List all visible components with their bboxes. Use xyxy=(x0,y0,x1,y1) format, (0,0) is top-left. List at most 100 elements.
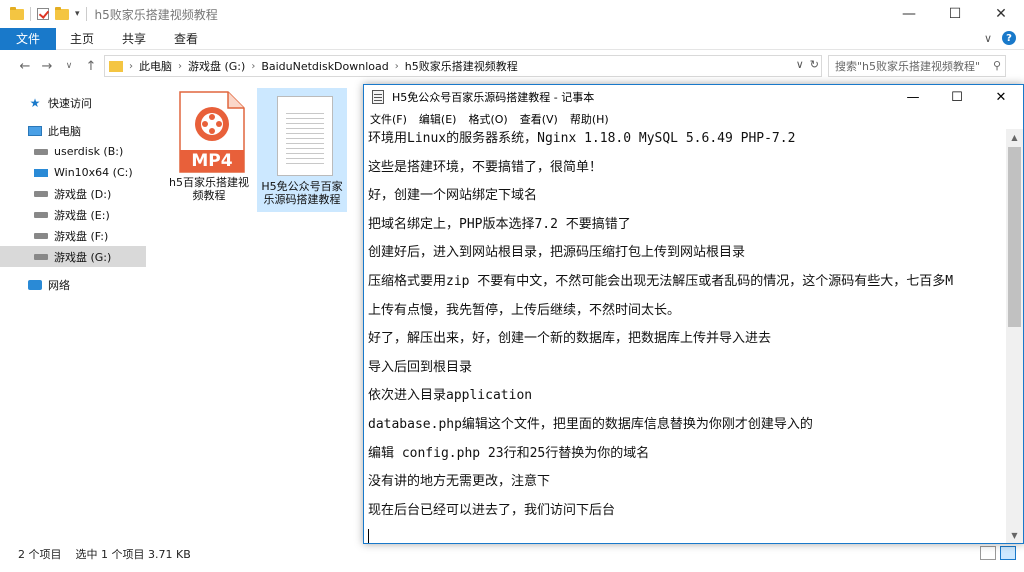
file-item-txt[interactable]: H5免公众号百家乐源码搭建教程 xyxy=(257,88,347,212)
breadcrumb-drive-g[interactable]: 游戏盘 (G:) xyxy=(188,58,245,74)
status-bar: 2 个项目 选中 1 个项目 3.71 KB xyxy=(0,544,1024,564)
sidebar-item-label: 游戏盘 (D:) xyxy=(54,187,112,201)
properties-icon[interactable] xyxy=(37,8,49,20)
breadcrumb-this-pc[interactable]: 此电脑 xyxy=(139,58,172,74)
text-file-icon xyxy=(277,96,333,176)
menu-view[interactable]: 查看(V) xyxy=(514,111,564,127)
sidebar-item-network[interactable]: 网络 xyxy=(0,274,146,295)
menu-format[interactable]: 格式(O) xyxy=(462,111,513,127)
toolbar-divider xyxy=(85,7,87,21)
text-line: 编辑 config.php 23行和25行替换为你的域名 xyxy=(368,445,650,461)
quick-access-toolbar: ▾ xyxy=(0,6,87,21)
sidebar-item-label: 游戏盘 (E:) xyxy=(54,208,110,222)
network-icon xyxy=(28,279,42,290)
chevron-right-icon[interactable]: › xyxy=(129,61,133,72)
chevron-right-icon[interactable]: › xyxy=(395,61,399,72)
sidebar-item-label: userdisk (B:) xyxy=(54,145,124,158)
chevron-down-icon[interactable]: ▾ xyxy=(75,9,80,19)
notepad-title: H5免公众号百家乐源码搭建教程 - 记事本 xyxy=(392,91,595,104)
minimize-button[interactable]: — xyxy=(886,0,932,28)
close-button[interactable]: ✕ xyxy=(979,85,1023,109)
file-name: h5百家乐搭建视频教程 xyxy=(169,176,249,202)
address-bar[interactable]: › 此电脑 › 游戏盘 (G:) › BaiduNetdiskDownload … xyxy=(104,55,822,77)
help-icon[interactable]: ? xyxy=(1002,31,1016,45)
navigation-row: ← → ∨ ↑ › 此电脑 › 游戏盘 (G:) › BaiduNetdiskD… xyxy=(0,52,1024,80)
tab-file[interactable]: 文件 xyxy=(0,27,56,50)
selection-info: 选中 1 个项目 3.71 KB xyxy=(75,548,191,561)
sidebar-item-drive-d[interactable]: 游戏盘 (D:) xyxy=(0,183,146,204)
sidebar-item-drive-e[interactable]: 游戏盘 (E:) xyxy=(0,204,146,225)
menu-help[interactable]: 帮助(H) xyxy=(564,111,615,127)
tab-home[interactable]: 主页 xyxy=(56,30,108,47)
windows-drive-icon xyxy=(34,168,48,177)
drive-icon xyxy=(34,148,48,155)
file-item-mp4[interactable]: MP4 h5百家乐搭建视频教程 xyxy=(164,84,254,208)
tab-share[interactable]: 共享 xyxy=(108,30,160,47)
notepad-text-area[interactable]: 环境用Linux的服务器系统，Nginx 1.18.0 MySQL 5.6.49… xyxy=(366,129,1004,543)
new-folder-icon[interactable] xyxy=(55,6,69,20)
drive-icon xyxy=(34,190,48,197)
details-view-icon[interactable] xyxy=(980,546,996,560)
sidebar-item-drive-c[interactable]: Win10x64 (C:) xyxy=(0,162,146,183)
menu-file[interactable]: 文件(F) xyxy=(364,111,413,127)
window-title: h5败家乐搭建视频教程 xyxy=(94,7,218,22)
maximize-button[interactable]: ☐ xyxy=(932,0,978,28)
close-button[interactable]: ✕ xyxy=(978,0,1024,28)
notepad-menubar: 文件(F) 编辑(E) 格式(O) 查看(V) 帮助(H) xyxy=(364,109,1023,129)
text-line: 好了，解压出来，好，创建一个新的数据库，把数据库上传并导入进去 xyxy=(368,331,772,347)
star-icon: ★ xyxy=(29,95,41,110)
breadcrumb-baidu[interactable]: BaiduNetdiskDownload xyxy=(261,60,388,73)
refresh-icon[interactable]: ↻ xyxy=(810,58,819,71)
sidebar-item-label: 游戏盘 (G:) xyxy=(54,250,112,264)
chevron-down-icon[interactable]: ∨ xyxy=(796,58,804,71)
maximize-button[interactable]: ☐ xyxy=(935,85,979,109)
text-line: 环境用Linux的服务器系统，Nginx 1.18.0 MySQL 5.6.49… xyxy=(368,131,796,146)
vertical-scrollbar[interactable]: ▲ ▼ xyxy=(1006,129,1023,543)
minimize-button[interactable]: — xyxy=(891,85,935,109)
scrollbar-thumb[interactable] xyxy=(1008,147,1021,327)
sidebar-item-label: 游戏盘 (F:) xyxy=(54,229,109,243)
expand-ribbon-icon[interactable]: ∨ xyxy=(984,32,992,45)
sidebar-item-label: 此电脑 xyxy=(48,124,81,138)
file-type-label: MP4 xyxy=(191,151,233,171)
chevron-right-icon[interactable]: › xyxy=(251,61,255,72)
drive-icon xyxy=(34,232,48,239)
search-icon[interactable]: ⚲ xyxy=(993,59,1001,72)
search-placeholder: 搜索"h5败家乐搭建视频教程" xyxy=(835,60,981,73)
computer-icon xyxy=(28,125,42,136)
sidebar-item-drive-b[interactable]: userdisk (B:) xyxy=(0,141,146,162)
sidebar-item-drive-f[interactable]: 游戏盘 (F:) xyxy=(0,225,146,246)
sidebar-item-quick-access[interactable]: ★ 快速访问 xyxy=(0,92,146,113)
text-line: 上传有点慢，我先暂停，上传后继续，不然时间太长。 xyxy=(368,302,681,318)
tab-view[interactable]: 查看 xyxy=(160,30,212,47)
recent-locations-icon[interactable]: ∨ xyxy=(58,61,80,71)
search-input[interactable]: 搜索"h5败家乐搭建视频教程" ⚲ xyxy=(828,55,1006,77)
text-line: 依次进入目录application xyxy=(368,388,533,404)
chevron-right-icon[interactable]: › xyxy=(178,61,182,72)
back-icon[interactable]: ← xyxy=(14,59,36,74)
sidebar-item-drive-g[interactable]: 游戏盘 (G:) xyxy=(0,246,146,267)
up-icon[interactable]: ↑ xyxy=(80,59,102,74)
file-list: MP4 h5百家乐搭建视频教程 H5免公众号百家乐源码搭建教程 xyxy=(160,84,360,534)
drive-icon xyxy=(34,211,48,218)
explorer-titlebar: ▾ h5败家乐搭建视频教程 — ☐ ✕ xyxy=(0,0,1024,28)
text-line: 导入后回到根目录 xyxy=(368,359,473,375)
notepad-window: H5免公众号百家乐源码搭建教程 - 记事本 — ☐ ✕ 文件(F) 编辑(E) … xyxy=(363,84,1024,544)
item-count: 2 个项目 xyxy=(18,548,62,561)
text-line: 现在后台已经可以进去了，我们访问下后台 xyxy=(368,502,616,518)
breadcrumb-current-folder[interactable]: h5败家乐搭建视频教程 xyxy=(405,58,518,74)
scroll-up-icon[interactable]: ▲ xyxy=(1006,129,1023,145)
sidebar-item-label: 网络 xyxy=(48,278,70,292)
forward-icon[interactable]: → xyxy=(36,59,58,74)
sidebar-item-label: 快速访问 xyxy=(48,96,92,110)
text-line: 没有讲的地方无需更改，注意下 xyxy=(368,474,551,490)
notepad-icon xyxy=(372,90,384,104)
large-icons-view-icon[interactable] xyxy=(1000,546,1016,560)
menu-edit[interactable]: 编辑(E) xyxy=(413,111,463,127)
sidebar-item-this-pc[interactable]: 此电脑 xyxy=(0,120,146,141)
scroll-down-icon[interactable]: ▼ xyxy=(1006,527,1023,543)
text-line: database.php编辑这个文件，把里面的数据库信息替换为你刚才创建导入的 xyxy=(368,416,813,432)
text-line: 好，创建一个网站绑定下域名 xyxy=(368,188,538,204)
text-line: 把域名绑定上，PHP版本选择7.2 不要搞错了 xyxy=(368,216,631,232)
text-caret xyxy=(368,529,369,543)
